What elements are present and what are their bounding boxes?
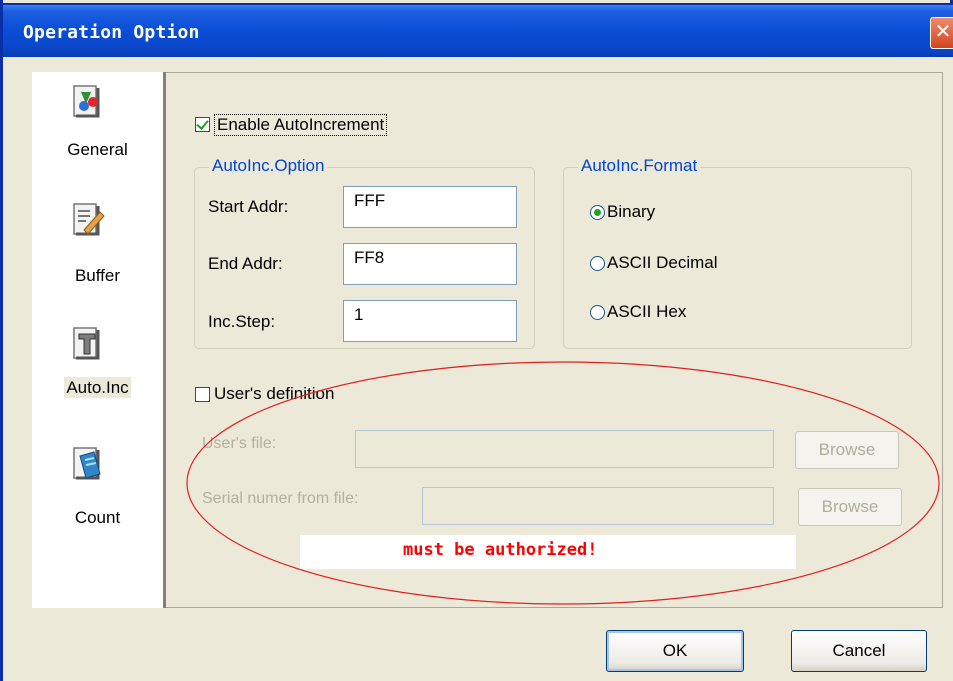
sidebar-item-buffer[interactable]: Buffer (32, 200, 163, 300)
enable-autoincrement-checkbox[interactable] (195, 117, 210, 132)
users-file-label: User's file: (202, 435, 277, 452)
dialog-body: General Buffer Auto.Inc Count Enable Aut… (6, 57, 953, 681)
end-addr-label: End Addr: (208, 254, 283, 273)
sidebar-item-label: Buffer (74, 266, 121, 285)
sidebar-item-label: General (67, 140, 128, 159)
count-icon (73, 447, 101, 480)
enable-autoincrement-label[interactable]: Enable AutoIncrement (214, 114, 388, 136)
autoinc-option-legend: AutoInc.Option (209, 156, 328, 176)
serial-number-browse-button[interactable]: Browse (798, 488, 902, 526)
operation-option-dialog: Operation Option ✕ General Buffer Auto.I… (0, 0, 953, 681)
inc-step-label: Inc.Step: (208, 312, 276, 331)
category-sidebar: General Buffer Auto.Inc Count (32, 72, 166, 608)
ok-button[interactable]: OK (606, 630, 744, 672)
users-file-input[interactable] (355, 430, 774, 468)
buffer-icon (73, 203, 105, 236)
format-ascii-decimal-label[interactable]: ASCII Decimal (607, 253, 718, 273)
autoinc-format-legend: AutoInc.Format (578, 156, 701, 176)
format-ascii-decimal-radio[interactable] (590, 256, 605, 271)
serial-number-label: Serial numer from file: (202, 490, 359, 507)
general-options-icon (73, 85, 100, 118)
auto-inc-icon (73, 327, 100, 360)
sidebar-item-label: Auto.Inc (64, 377, 131, 398)
sidebar-item-count[interactable]: Count (32, 444, 163, 544)
format-ascii-hex-label[interactable]: ASCII Hex (607, 302, 686, 322)
sidebar-item-auto-inc[interactable]: Auto.Inc (32, 324, 163, 414)
start-addr-label: Start Addr: (208, 197, 289, 216)
users-definition-label[interactable]: User's definition (214, 384, 334, 404)
sidebar-item-general[interactable]: General (32, 82, 163, 182)
start-addr-input[interactable]: FFF (343, 186, 517, 228)
format-binary-label[interactable]: Binary (607, 202, 655, 222)
cancel-button[interactable]: Cancel (791, 630, 927, 672)
users-file-browse-button[interactable]: Browse (795, 431, 899, 469)
inc-step-input[interactable]: 1 (343, 300, 517, 342)
title-bar: Operation Option ✕ (3, 3, 953, 57)
format-ascii-hex-radio[interactable] (590, 305, 605, 320)
format-binary-radio[interactable] (590, 205, 605, 220)
users-definition-checkbox[interactable] (195, 387, 210, 402)
serial-number-input[interactable] (422, 487, 774, 525)
authorization-warning-box: must be authorized! (300, 535, 796, 569)
window-title: Operation Option (23, 22, 200, 43)
close-button[interactable]: ✕ (930, 17, 953, 49)
end-addr-input[interactable]: FF8 (343, 243, 517, 285)
authorization-warning-text: must be authorized! (403, 540, 598, 560)
sidebar-item-label: Count (74, 508, 121, 527)
